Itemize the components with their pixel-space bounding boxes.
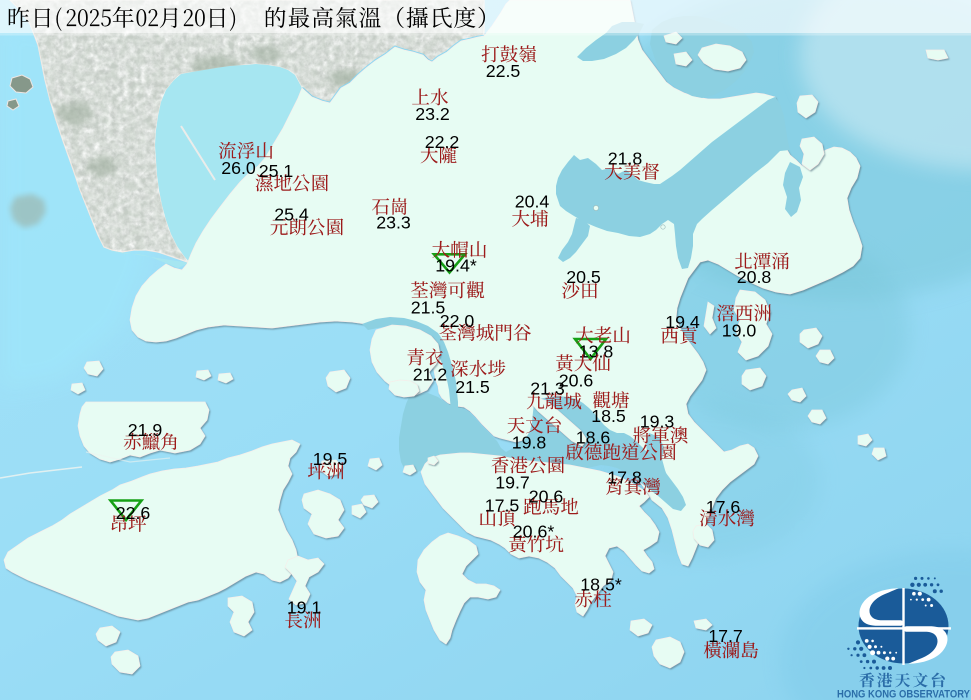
svg-text:17.6: 17.6 <box>706 497 741 517</box>
svg-text:HONG KONG OBSERVATORY: HONG KONG OBSERVATORY <box>837 689 970 700</box>
svg-text:20.5: 20.5 <box>566 267 601 287</box>
svg-text:17.8: 17.8 <box>607 467 642 487</box>
svg-text:21.5: 21.5 <box>455 377 490 397</box>
svg-text:21.9: 21.9 <box>128 420 163 440</box>
svg-text:21.2: 21.2 <box>413 364 448 384</box>
svg-text:19.0: 19.0 <box>722 320 757 340</box>
svg-text:25.1: 25.1 <box>259 161 294 181</box>
svg-text:20.6*: 20.6* <box>513 521 555 541</box>
svg-text:22.0: 22.0 <box>440 311 475 331</box>
svg-text:22.2: 22.2 <box>425 132 460 152</box>
svg-text:19.3: 19.3 <box>640 411 675 431</box>
svg-text:23.2: 23.2 <box>415 104 450 124</box>
svg-text:17.7: 17.7 <box>708 626 743 646</box>
svg-text:19.4: 19.4 <box>665 312 700 332</box>
svg-text:26.0: 26.0 <box>221 158 256 178</box>
svg-text:17.5: 17.5 <box>485 495 520 515</box>
svg-text:20.6: 20.6 <box>529 486 564 506</box>
svg-text:19.8: 19.8 <box>512 432 547 452</box>
svg-text:18.5*: 18.5* <box>580 574 622 594</box>
svg-text:19.4*: 19.4* <box>435 255 477 275</box>
svg-text:18.6: 18.6 <box>576 427 611 447</box>
svg-text:20.8: 20.8 <box>737 267 772 287</box>
svg-text:18.5: 18.5 <box>591 406 626 426</box>
svg-text:20.4: 20.4 <box>515 191 550 211</box>
svg-text:21.3: 21.3 <box>530 378 565 398</box>
svg-text:19.1: 19.1 <box>287 597 322 617</box>
svg-text:19.5: 19.5 <box>313 449 348 469</box>
svg-text:22.5: 22.5 <box>486 61 521 81</box>
svg-text:25.4: 25.4 <box>274 204 309 224</box>
svg-text:19.7: 19.7 <box>495 472 530 492</box>
svg-text:22.6: 22.6 <box>116 503 151 523</box>
svg-text:23.3: 23.3 <box>376 212 411 232</box>
svg-text:21.8: 21.8 <box>608 148 643 168</box>
